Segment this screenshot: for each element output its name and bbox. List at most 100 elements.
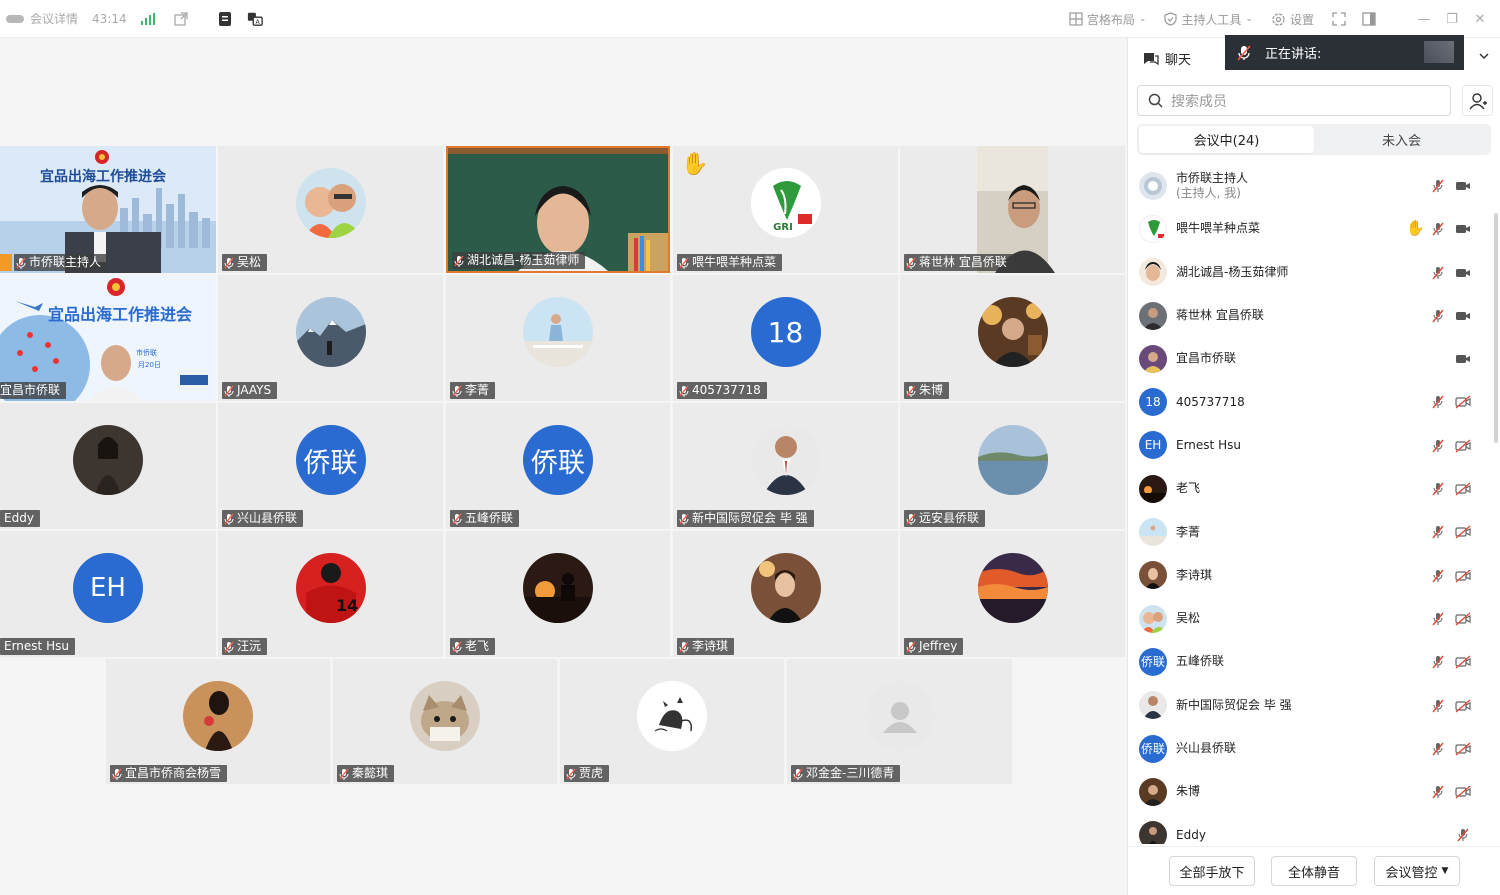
- mic-muted-icon[interactable]: [1431, 569, 1445, 583]
- video-tile[interactable]: EH Ernest Hsu: [0, 531, 216, 657]
- camera-off-icon[interactable]: [1455, 699, 1471, 713]
- member-row[interactable]: 朱博: [1128, 770, 1500, 813]
- mic-muted-icon[interactable]: [1431, 655, 1445, 669]
- camera-icon[interactable]: [1455, 352, 1471, 366]
- mic-muted-icon: [906, 513, 916, 525]
- minimize-window-button[interactable]: —: [1410, 12, 1438, 27]
- video-tile[interactable]: 侨联 兴山县侨联: [218, 403, 443, 529]
- fullscreen-icon[interactable]: [1332, 12, 1346, 26]
- video-tile[interactable]: ✋ GRI 喂牛喂羊种点菜: [673, 146, 898, 273]
- video-tile[interactable]: 14 汪沅: [218, 531, 443, 657]
- camera-icon[interactable]: [1455, 222, 1471, 236]
- camera-off-icon[interactable]: [1455, 785, 1471, 799]
- mic-muted-icon[interactable]: [1431, 309, 1445, 323]
- video-tile[interactable]: Eddy: [0, 403, 216, 529]
- video-tile[interactable]: JAAYS: [218, 275, 443, 401]
- sidebar-toggle-icon[interactable]: [1362, 12, 1376, 26]
- camera-icon[interactable]: [1455, 179, 1471, 193]
- video-tile[interactable]: 蒋世林 宜昌侨联: [900, 146, 1125, 273]
- settings-button[interactable]: 设置: [1271, 11, 1314, 28]
- mic-muted-icon[interactable]: [1431, 266, 1445, 280]
- member-row[interactable]: 喂牛喂羊种点菜 ✋: [1128, 207, 1500, 250]
- close-window-button[interactable]: ✕: [1466, 12, 1494, 27]
- avatar: GRI: [750, 168, 821, 238]
- meeting-details-link[interactable]: 会议详情: [30, 10, 78, 27]
- mic-muted-icon[interactable]: [1431, 525, 1445, 539]
- chevron-down-icon[interactable]: [1478, 50, 1490, 62]
- member-row[interactable]: 侨联 五峰侨联: [1128, 640, 1500, 683]
- member-name: 市侨联主持人 (主持人, 我): [1176, 170, 1249, 200]
- video-tile[interactable]: 李诗琪: [673, 531, 898, 657]
- member-row[interactable]: EH Ernest Hsu: [1128, 424, 1500, 467]
- member-row[interactable]: 新中国际贸促会 毕 强: [1128, 684, 1500, 727]
- tile-name-tag: 宜昌市侨联: [0, 382, 67, 399]
- mute-all-button[interactable]: 全体静音: [1271, 856, 1357, 886]
- avatar: 18: [750, 297, 821, 367]
- video-tile[interactable]: 宜品出海工作推进会 市侨联主持人: [0, 146, 216, 273]
- video-tile[interactable]: 宜品出海工作推进会 市侨联 月20日 宜昌市侨联: [0, 275, 216, 401]
- host-tools-button[interactable]: 主持人工具 ⌄: [1164, 11, 1253, 28]
- translate-icon[interactable]: A: [247, 11, 263, 27]
- member-row[interactable]: 李菁: [1128, 510, 1500, 553]
- member-row[interactable]: 老飞: [1128, 467, 1500, 510]
- video-tile[interactable]: 宜昌市侨商会杨雪: [106, 659, 330, 784]
- mic-muted-icon[interactable]: [1431, 742, 1445, 756]
- video-tile[interactable]: 秦懿琪: [333, 659, 557, 784]
- mic-muted-icon[interactable]: [1431, 222, 1445, 236]
- mic-muted-icon[interactable]: [1431, 482, 1445, 496]
- tab-in-meeting[interactable]: 会议中(24): [1139, 126, 1314, 153]
- video-tile[interactable]: 老飞: [446, 531, 670, 657]
- video-tile[interactable]: 吴松: [218, 146, 443, 273]
- camera-off-icon[interactable]: [1455, 655, 1471, 669]
- mic-muted-icon[interactable]: [1431, 612, 1445, 626]
- video-tile-active-speaker[interactable]: 湖北诚昌-杨玉茹律师: [446, 146, 670, 273]
- camera-off-icon[interactable]: [1455, 439, 1471, 453]
- video-tile[interactable]: 贾虎: [560, 659, 784, 784]
- lower-all-hands-button[interactable]: 全部手放下: [1169, 856, 1255, 886]
- video-tile[interactable]: 18 405737718: [673, 275, 898, 401]
- camera-off-icon[interactable]: [1455, 395, 1471, 410]
- mic-muted-icon[interactable]: [1455, 828, 1471, 842]
- camera-off-icon[interactable]: [1455, 569, 1471, 583]
- tile-name: 李菁: [465, 383, 490, 397]
- camera-off-icon[interactable]: [1455, 612, 1471, 626]
- mic-muted-icon[interactable]: [1431, 179, 1445, 193]
- member-row[interactable]: 湖北诚昌-杨玉茹律师: [1128, 251, 1500, 294]
- camera-off-icon[interactable]: [1455, 742, 1471, 756]
- restore-window-button[interactable]: ❐: [1438, 12, 1466, 27]
- video-tile[interactable]: 邓金金-三川德青: [787, 659, 1012, 784]
- camera-off-icon[interactable]: [1455, 525, 1471, 539]
- video-tile[interactable]: 朱博: [900, 275, 1125, 401]
- invite-member-button[interactable]: [1462, 85, 1493, 116]
- tab-not-joined[interactable]: 未入会: [1314, 126, 1489, 153]
- video-tile[interactable]: 新中国际贸促会 毕 强: [673, 403, 898, 529]
- tile-name-tag: 李菁: [450, 382, 496, 399]
- share-link-icon[interactable]: [173, 11, 189, 27]
- member-row[interactable]: 蒋世林 宜昌侨联: [1128, 294, 1500, 337]
- video-tile[interactable]: 李菁: [446, 275, 670, 401]
- notes-icon[interactable]: [217, 11, 233, 27]
- mic-muted-icon[interactable]: [1431, 785, 1445, 799]
- mic-muted-icon[interactable]: [1431, 439, 1445, 453]
- member-row[interactable]: 宜昌市侨联: [1128, 337, 1500, 380]
- member-row[interactable]: 吴松: [1128, 597, 1500, 640]
- member-search-input[interactable]: 搜索成员: [1137, 85, 1451, 116]
- grid-layout-button[interactable]: 宫格布局 ⌄: [1069, 11, 1146, 28]
- member-list-scrollbar[interactable]: [1494, 213, 1498, 443]
- signal-icon[interactable]: [140, 12, 155, 25]
- video-tile[interactable]: Jeffrey: [900, 531, 1125, 657]
- camera-icon[interactable]: [1455, 309, 1471, 323]
- chat-tab[interactable]: 聊天: [1143, 49, 1191, 68]
- member-row[interactable]: 18 405737718: [1128, 380, 1500, 423]
- video-tile[interactable]: 侨联 五峰侨联: [446, 403, 670, 529]
- mic-muted-icon[interactable]: [1431, 699, 1445, 713]
- member-row[interactable]: 侨联 兴山县侨联: [1128, 727, 1500, 770]
- camera-off-icon[interactable]: [1455, 482, 1471, 496]
- member-row[interactable]: Eddy: [1128, 813, 1500, 844]
- video-tile[interactable]: 远安县侨联: [900, 403, 1125, 529]
- member-row[interactable]: 市侨联主持人 (主持人, 我): [1128, 164, 1500, 207]
- camera-icon[interactable]: [1455, 266, 1471, 280]
- meeting-control-button[interactable]: 会议管控 ▼: [1374, 856, 1460, 886]
- member-row[interactable]: 李诗琪: [1128, 554, 1500, 597]
- mic-muted-icon[interactable]: [1431, 395, 1445, 409]
